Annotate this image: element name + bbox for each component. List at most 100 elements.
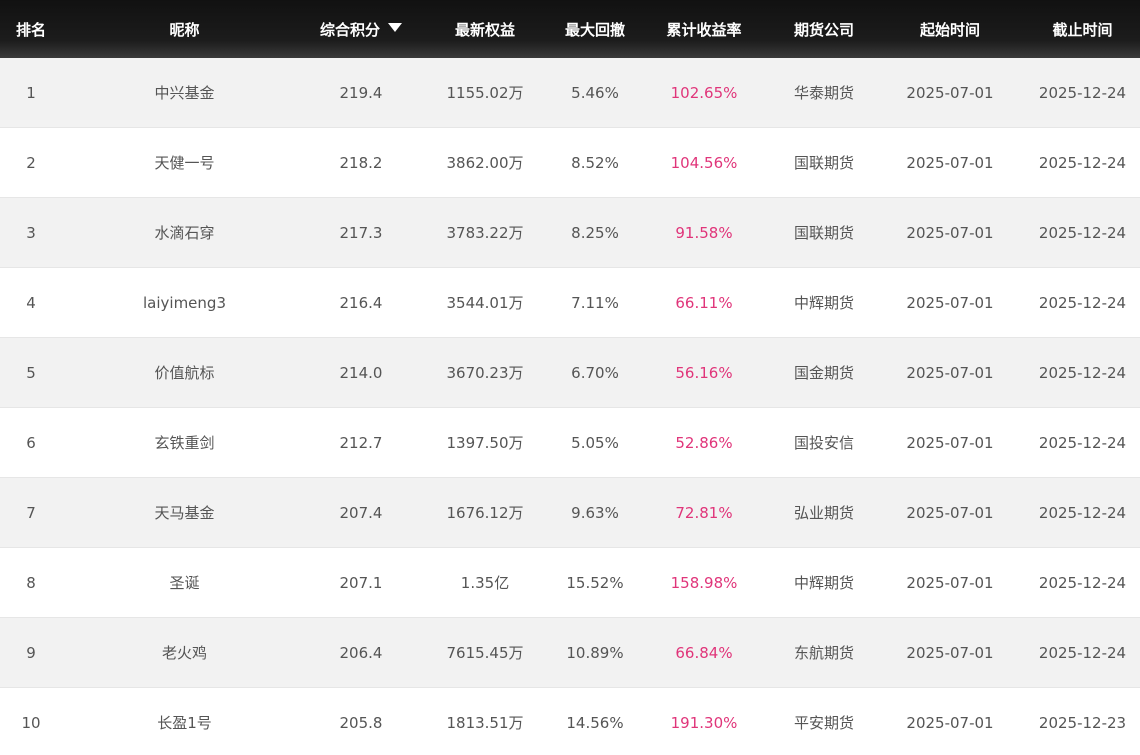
cell-equity: 1813.51万 (415, 687, 555, 755)
table-row[interactable]: 1 中兴基金 219.4 1155.02万 5.46% 102.65% 华泰期货 2025-0… (0, 58, 1140, 128)
cell-drawdown: 6.70% (555, 337, 635, 408)
cell-company: 弘业期货 (773, 477, 875, 548)
cell-score: 206.4 (307, 617, 415, 688)
cell-drawdown: 8.52% (555, 127, 635, 198)
sort-down-icon[interactable] (388, 22, 402, 32)
table-row[interactable]: 3 水滴石穿 217.3 3783.22万 8.25% 91.58% 国联期货 2025-07… (0, 197, 1140, 268)
cell-score: 219.4 (307, 58, 415, 128)
cell-company: 国投安信 (773, 407, 875, 478)
cell-return: 52.86% (635, 407, 773, 478)
cell-start-date: 2025-07-01 (875, 337, 1025, 408)
cell-equity: 1397.50万 (415, 407, 555, 478)
table-row[interactable]: 4 laiyimeng3 216.4 3544.01万 7.11% 66.11% 中辉期货 2… (0, 267, 1140, 338)
table-row[interactable]: 2 天健一号 218.2 3862.00万 8.52% 104.56% 国联期货 2025-0… (0, 127, 1140, 198)
header-rank[interactable]: 排名 (0, 0, 62, 58)
header-start[interactable]: 起始时间 (875, 0, 1025, 58)
cell-score: 218.2 (307, 127, 415, 198)
cell-score: 216.4 (307, 267, 415, 338)
cell-nickname[interactable]: 圣诞 (62, 547, 307, 618)
table-row[interactable]: 5 价值航标 214.0 3670.23万 6.70% 56.16% 国金期货 2025-07… (0, 337, 1140, 408)
header-end[interactable]: 截止时间 (1025, 0, 1140, 58)
cell-equity: 1676.12万 (415, 477, 555, 548)
cell-rank: 4 (0, 267, 62, 338)
cell-equity: 3783.22万 (415, 197, 555, 268)
header-score-label: 综合积分 (319, 20, 380, 39)
cell-equity: 1155.02万 (415, 58, 555, 128)
cell-company: 中辉期货 (773, 267, 875, 338)
cell-start-date: 2025-07-01 (875, 407, 1025, 478)
cell-nickname[interactable]: 天马基金 (62, 477, 307, 548)
cell-rank: 1 (0, 58, 62, 128)
cell-start-date: 2025-07-01 (875, 687, 1025, 755)
cell-rank: 3 (0, 197, 62, 268)
header-return[interactable]: 累计收益率 (635, 0, 773, 58)
table-row[interactable]: 10 长盈1号 205.8 1813.51万 14.56% 191.30% 平安期货 2025… (0, 687, 1140, 755)
header-equity[interactable]: 最新权益 (415, 0, 555, 58)
cell-return: 66.84% (635, 617, 773, 688)
cell-company: 国联期货 (773, 127, 875, 198)
cell-equity: 1.35亿 (415, 547, 555, 618)
cell-company: 中辉期货 (773, 547, 875, 618)
cell-rank: 6 (0, 407, 62, 478)
cell-rank: 10 (0, 687, 62, 755)
cell-drawdown: 14.56% (555, 687, 635, 755)
header-company[interactable]: 期货公司 (773, 0, 875, 58)
cell-rank: 9 (0, 617, 62, 688)
cell-end-date: 2025-12-24 (1025, 617, 1140, 688)
table-body: 1 中兴基金 219.4 1155.02万 5.46% 102.65% 华泰期货 2025-0… (0, 58, 1140, 755)
cell-drawdown: 9.63% (555, 477, 635, 548)
table-row[interactable]: 7 天马基金 207.4 1676.12万 9.63% 72.81% 弘业期货 2025-07… (0, 477, 1140, 548)
table-header-row: 排名 昵称 综合积分 最新权益 最大回撤 累计收益率 期货公司 起始时间 截止时… (0, 0, 1140, 58)
cell-start-date: 2025-07-01 (875, 197, 1025, 268)
cell-score: 207.4 (307, 477, 415, 548)
cell-return: 191.30% (635, 687, 773, 755)
cell-start-date: 2025-07-01 (875, 547, 1025, 618)
table-row[interactable]: 6 玄铁重剑 212.7 1397.50万 5.05% 52.86% 国投安信 2025-07… (0, 407, 1140, 478)
cell-nickname[interactable]: 中兴基金 (62, 58, 307, 128)
cell-return: 104.56% (635, 127, 773, 198)
header-nickname[interactable]: 昵称 (62, 0, 307, 58)
cell-drawdown: 15.52% (555, 547, 635, 618)
cell-start-date: 2025-07-01 (875, 477, 1025, 548)
cell-drawdown: 7.11% (555, 267, 635, 338)
cell-drawdown: 8.25% (555, 197, 635, 268)
cell-company: 国联期货 (773, 197, 875, 268)
cell-rank: 8 (0, 547, 62, 618)
cell-score: 205.8 (307, 687, 415, 755)
cell-nickname[interactable]: 玄铁重剑 (62, 407, 307, 478)
table-row[interactable]: 9 老火鸡 206.4 7615.45万 10.89% 66.84% 东航期货 2025-07… (0, 617, 1140, 688)
cell-end-date: 2025-12-24 (1025, 337, 1140, 408)
cell-nickname[interactable]: 长盈1号 (62, 687, 307, 755)
cell-nickname[interactable]: 价值航标 (62, 337, 307, 408)
cell-equity: 3862.00万 (415, 127, 555, 198)
cell-end-date: 2025-12-24 (1025, 407, 1140, 478)
cell-nickname[interactable]: 水滴石穿 (62, 197, 307, 268)
cell-score: 214.0 (307, 337, 415, 408)
cell-return: 102.65% (635, 58, 773, 128)
cell-end-date: 2025-12-24 (1025, 267, 1140, 338)
header-drawdown[interactable]: 最大回撤 (555, 0, 635, 58)
cell-return: 72.81% (635, 477, 773, 548)
cell-end-date: 2025-12-24 (1025, 58, 1140, 128)
cell-company: 东航期货 (773, 617, 875, 688)
cell-nickname[interactable]: 天健一号 (62, 127, 307, 198)
cell-drawdown: 5.46% (555, 58, 635, 128)
cell-nickname[interactable]: 老火鸡 (62, 617, 307, 688)
cell-start-date: 2025-07-01 (875, 267, 1025, 338)
cell-company: 国金期货 (773, 337, 875, 408)
cell-rank: 2 (0, 127, 62, 198)
cell-return: 66.11% (635, 267, 773, 338)
cell-end-date: 2025-12-24 (1025, 477, 1140, 548)
header-score[interactable]: 综合积分 (307, 0, 415, 58)
cell-end-date: 2025-12-24 (1025, 127, 1140, 198)
cell-nickname[interactable]: laiyimeng3 (62, 267, 307, 338)
table-row[interactable]: 8 圣诞 207.1 1.35亿 15.52% 158.98% 中辉期货 2025-07-01… (0, 547, 1140, 618)
cell-company: 华泰期货 (773, 58, 875, 128)
cell-start-date: 2025-07-01 (875, 58, 1025, 128)
cell-equity: 7615.45万 (415, 617, 555, 688)
ranking-table: 排名 昵称 综合积分 最新权益 最大回撤 累计收益率 期货公司 起始时间 截止时… (0, 0, 1140, 755)
cell-return: 158.98% (635, 547, 773, 618)
cell-equity: 3670.23万 (415, 337, 555, 408)
cell-end-date: 2025-12-24 (1025, 197, 1140, 268)
cell-start-date: 2025-07-01 (875, 127, 1025, 198)
